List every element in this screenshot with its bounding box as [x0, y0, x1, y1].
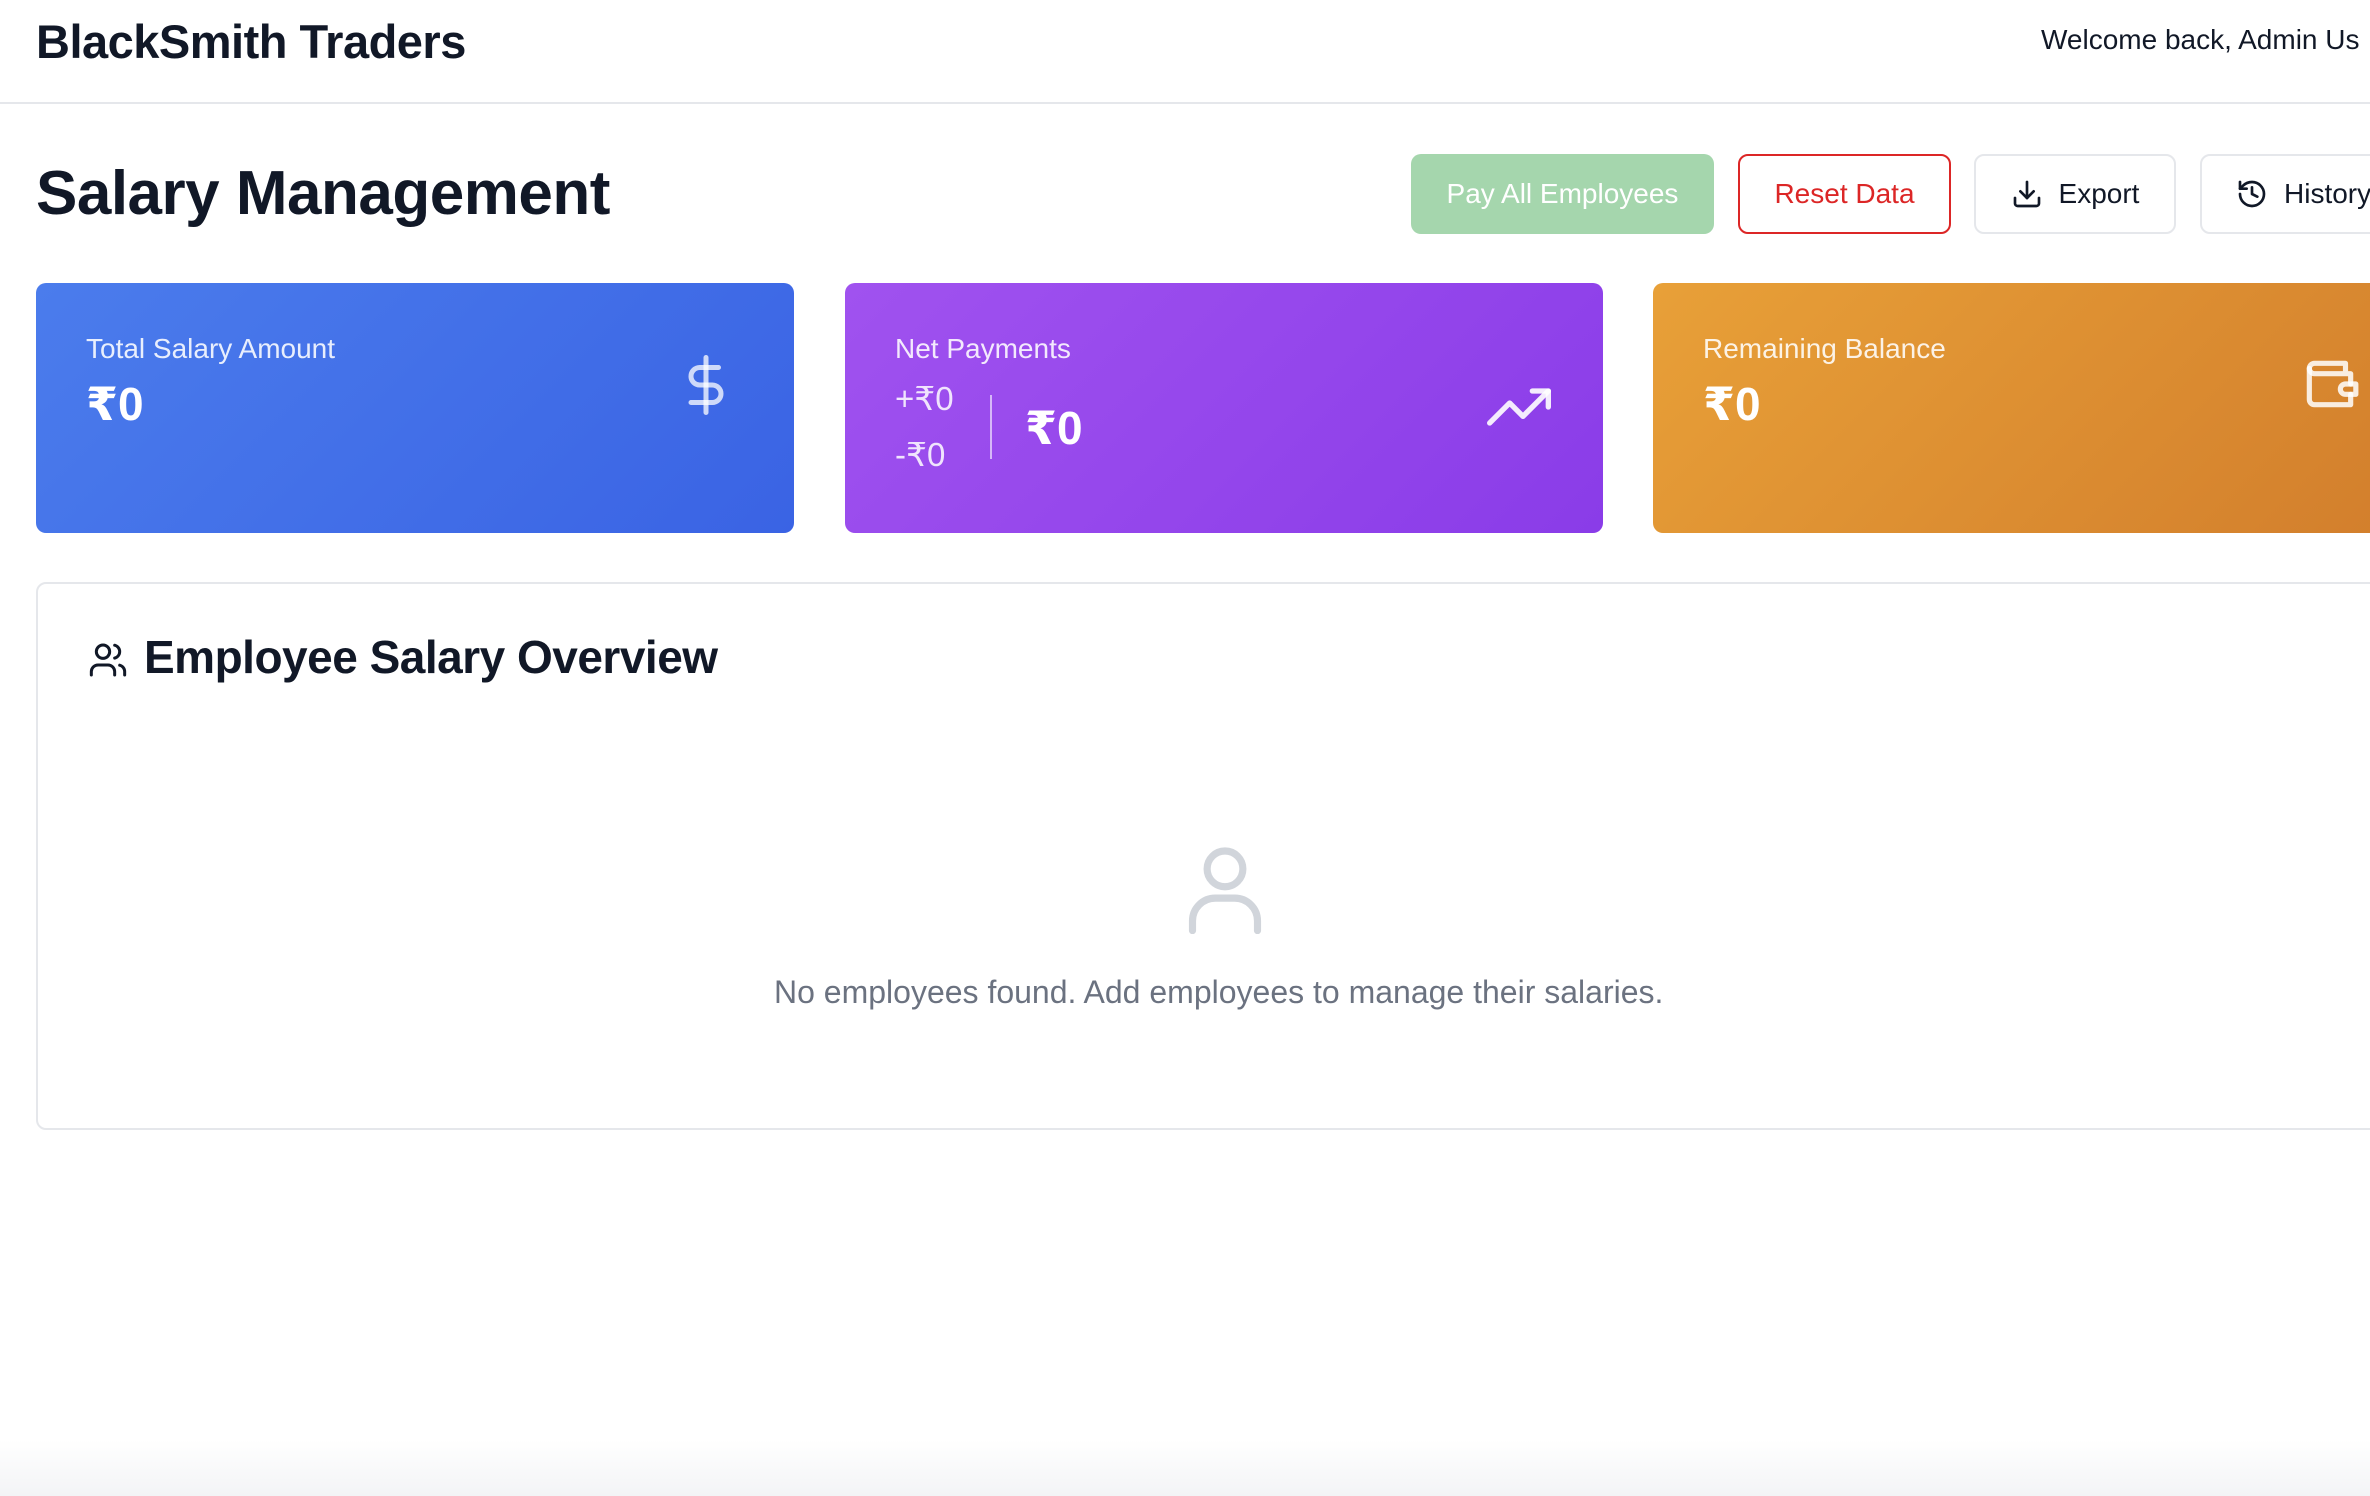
wallet-icon: [2306, 360, 2359, 408]
dollar-icon: [688, 355, 724, 415]
remaining-balance-card: Remaining Balance ₹0: [1653, 283, 2370, 533]
net-payments-total: ₹0: [1025, 402, 1083, 454]
employee-salary-overview-panel: Employee Salary Overview No employees fo…: [36, 582, 2370, 1130]
total-salary-card: Total Salary Amount ₹0: [36, 283, 794, 533]
total-salary-value: ₹0: [86, 378, 144, 430]
total-salary-label: Total Salary Amount: [86, 333, 336, 364]
remaining-balance-value: ₹0: [1703, 378, 1761, 430]
net-payments-label: Net Payments: [895, 333, 1071, 364]
net-payments-card: Net Payments +₹0 -₹0 ₹0: [845, 283, 1603, 533]
export-label: Export: [2058, 178, 2140, 209]
remaining-balance-label: Remaining Balance: [1703, 333, 1946, 364]
user-icon: [1188, 847, 1262, 934]
pay-all-employees-button[interactable]: Pay All Employees: [1411, 154, 1714, 234]
trending-up-icon: [1487, 388, 1551, 426]
salary-management-page: BlackSmith Traders Welcome back, Admin U…: [0, 0, 2370, 1496]
welcome-message: Welcome back, Admin Us: [2041, 24, 2360, 55]
history-button[interactable]: History: [2200, 154, 2370, 234]
net-payments-divider: [990, 395, 992, 459]
top-bar: BlackSmith Traders Welcome back, Admin U…: [0, 0, 2370, 104]
users-icon: [89, 643, 127, 677]
history-icon: [2238, 180, 2266, 208]
reset-data-button[interactable]: Reset Data: [1738, 154, 1951, 234]
bottom-scroll-fade: [0, 1440, 2370, 1496]
empty-state-message: No employees found. Add employees to man…: [774, 974, 1664, 1010]
download-icon: [2013, 180, 2040, 208]
export-button[interactable]: Export: [1974, 154, 2176, 234]
history-label: History: [2284, 178, 2370, 209]
page-title: Salary Management: [36, 159, 610, 228]
brand-name[interactable]: BlackSmith Traders: [36, 14, 466, 69]
net-payments-minus: -₹0: [895, 436, 946, 473]
overview-title: Employee Salary Overview: [144, 631, 718, 683]
pay-all-label: Pay All Employees: [1446, 178, 1679, 209]
net-payments-plus: +₹0: [895, 380, 954, 417]
reset-data-label: Reset Data: [1774, 178, 1915, 209]
